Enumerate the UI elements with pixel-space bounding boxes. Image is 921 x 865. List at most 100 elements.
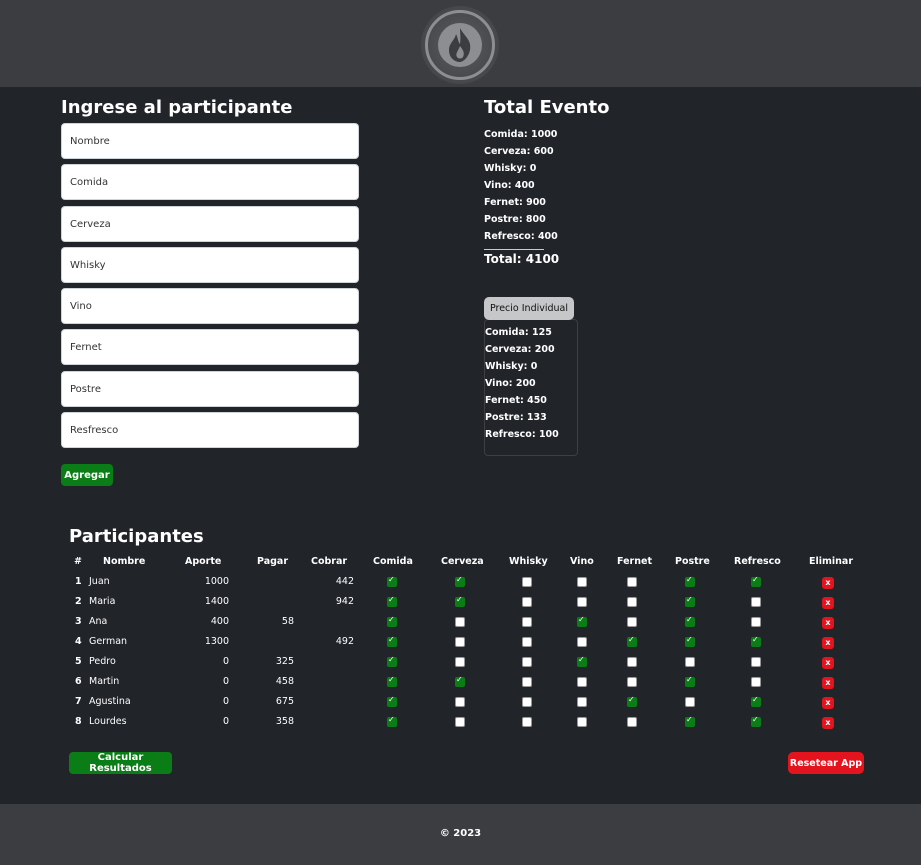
individual-line: Vino: 200: [485, 378, 536, 389]
vino-checkbox[interactable]: [577, 577, 587, 587]
flame-icon: [449, 28, 471, 62]
individual-line: Cerveza: 200: [485, 344, 555, 355]
delete-participant-button[interactable]: x: [822, 637, 834, 649]
whisky-checkbox[interactable]: [522, 697, 532, 707]
total-line: Fernet: 900: [484, 197, 546, 208]
fernet-checkbox[interactable]: [627, 577, 637, 587]
whisky-checkbox[interactable]: [522, 597, 532, 607]
refresco-checkbox[interactable]: [751, 695, 761, 707]
whisky-checkbox[interactable]: [522, 717, 532, 727]
column-header-aporte: Aporte: [185, 556, 222, 567]
postre-input[interactable]: [61, 371, 359, 407]
postre-checkbox[interactable]: [685, 575, 695, 587]
cerveza-checkbox[interactable]: [455, 675, 465, 687]
delete-participant-button[interactable]: x: [822, 597, 834, 609]
comida-input[interactable]: [61, 164, 359, 200]
whisky-checkbox[interactable]: [522, 677, 532, 687]
cerveza-checkbox[interactable]: [455, 717, 465, 727]
vino-checkbox[interactable]: [577, 677, 587, 687]
delete-participant-button[interactable]: x: [822, 617, 834, 629]
refresco-checkbox[interactable]: [751, 677, 761, 687]
vino-input[interactable]: [61, 288, 359, 324]
whisky-input[interactable]: [61, 247, 359, 283]
refresco-checkbox[interactable]: [751, 617, 761, 627]
participants-title: Participantes: [69, 526, 204, 547]
cerveza-checkbox[interactable]: [455, 697, 465, 707]
fernet-checkbox[interactable]: [627, 717, 637, 727]
fernet-checkbox[interactable]: [627, 617, 637, 627]
participant-name: Ana: [89, 616, 108, 627]
individual-line: Fernet: 450: [485, 395, 547, 406]
nombre-input[interactable]: [61, 123, 359, 159]
participant-pagar: 358: [275, 716, 294, 727]
vino-checkbox[interactable]: [577, 655, 587, 667]
cerveza-checkbox[interactable]: [455, 637, 465, 647]
refresco-checkbox[interactable]: [751, 635, 761, 647]
comida-checkbox[interactable]: [387, 595, 397, 607]
fernet-checkbox[interactable]: [627, 695, 637, 707]
vino-checkbox[interactable]: [577, 597, 587, 607]
row-number: 2: [75, 596, 82, 607]
fernet-checkbox[interactable]: [627, 677, 637, 687]
cerveza-input[interactable]: [61, 206, 359, 242]
postre-checkbox[interactable]: [685, 657, 695, 667]
total-line: Postre: 800: [484, 214, 546, 225]
participant-aporte: 0: [222, 676, 229, 687]
vino-checkbox[interactable]: [577, 697, 587, 707]
refresco-checkbox[interactable]: [751, 657, 761, 667]
vino-checkbox[interactable]: [577, 717, 587, 727]
vino-checkbox[interactable]: [577, 615, 587, 627]
participant-cobrar: 442: [335, 576, 354, 587]
delete-participant-button[interactable]: x: [822, 697, 834, 709]
comida-checkbox[interactable]: [387, 695, 397, 707]
participant-name: Juan: [89, 576, 110, 587]
reset-app-button[interactable]: Resetear App: [788, 752, 864, 774]
refresco-checkbox[interactable]: [751, 597, 761, 607]
postre-checkbox[interactable]: [685, 635, 695, 647]
delete-participant-button[interactable]: x: [822, 717, 834, 729]
whisky-checkbox[interactable]: [522, 657, 532, 667]
cerveza-checkbox[interactable]: [455, 657, 465, 667]
row-number: 8: [75, 716, 82, 727]
vino-checkbox[interactable]: [577, 637, 587, 647]
participant-cobrar: 942: [335, 596, 354, 607]
delete-participant-button[interactable]: x: [822, 657, 834, 669]
refresco-input[interactable]: [61, 412, 359, 448]
form-title: Ingrese al participante: [61, 97, 293, 118]
cerveza-checkbox[interactable]: [455, 595, 465, 607]
delete-participant-button[interactable]: x: [822, 577, 834, 589]
comida-checkbox[interactable]: [387, 615, 397, 627]
comida-checkbox[interactable]: [387, 575, 397, 587]
comida-checkbox[interactable]: [387, 655, 397, 667]
comida-checkbox[interactable]: [387, 635, 397, 647]
column-header-postre: Postre: [675, 556, 710, 567]
postre-checkbox[interactable]: [685, 615, 695, 627]
add-participant-button[interactable]: Agregar: [61, 464, 113, 486]
cerveza-checkbox[interactable]: [455, 617, 465, 627]
total-event-title: Total Evento: [484, 97, 610, 118]
cerveza-checkbox[interactable]: [455, 575, 465, 587]
postre-checkbox[interactable]: [685, 715, 695, 727]
row-number: 5: [75, 656, 82, 667]
individual-line: Postre: 133: [485, 412, 547, 423]
divider: [484, 249, 544, 250]
fernet-checkbox[interactable]: [627, 597, 637, 607]
fernet-checkbox[interactable]: [627, 657, 637, 667]
copyright-text: © 2023: [439, 828, 482, 839]
postre-checkbox[interactable]: [685, 595, 695, 607]
refresco-checkbox[interactable]: [751, 575, 761, 587]
fernet-checkbox[interactable]: [627, 635, 637, 647]
individual-price-button[interactable]: Precio Individual: [484, 297, 574, 320]
calculate-results-button[interactable]: Calcular Resultados: [69, 752, 172, 774]
fernet-input[interactable]: [61, 329, 359, 365]
postre-checkbox[interactable]: [685, 675, 695, 687]
whisky-checkbox[interactable]: [522, 577, 532, 587]
refresco-checkbox[interactable]: [751, 715, 761, 727]
whisky-checkbox[interactable]: [522, 617, 532, 627]
whisky-checkbox[interactable]: [522, 637, 532, 647]
comida-checkbox[interactable]: [387, 715, 397, 727]
comida-checkbox[interactable]: [387, 675, 397, 687]
postre-checkbox[interactable]: [685, 697, 695, 707]
total-line: Whisky: 0: [484, 163, 537, 174]
delete-participant-button[interactable]: x: [822, 677, 834, 689]
